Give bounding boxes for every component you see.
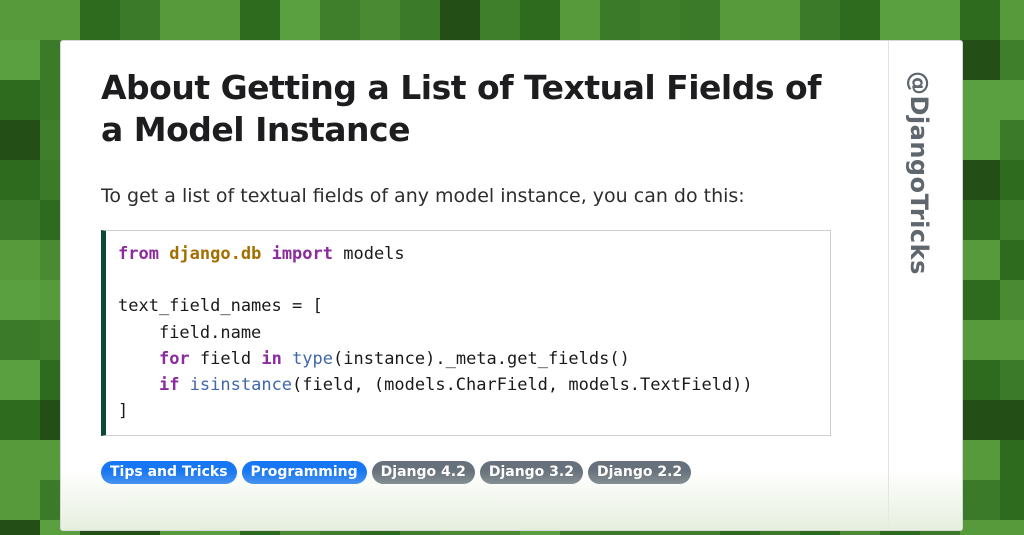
side-divider [888, 41, 889, 530]
tag-django-2-2[interactable]: Django 2.2 [587, 461, 692, 484]
code-line-6: if isinstance(field, (models.CharField, … [118, 375, 753, 395]
code-line-3: text_field_names = [ [118, 296, 323, 317]
tag-django-4-2[interactable]: Django 4.2 [371, 461, 475, 484]
keyword-for: for [158, 348, 190, 369]
keyword-if: if [158, 375, 180, 396]
module-name: django.db [169, 244, 262, 264]
keyword-import: import [271, 244, 333, 264]
tag-list: Tips and Tricks Programming Django 4.2 D… [101, 461, 692, 484]
keyword-from: from [118, 244, 159, 264]
code-line-4: field.name [118, 322, 262, 343]
code-text: (field, (models.CharField, models.TextFi… [292, 375, 753, 396]
post-title: About Getting a List of Textual Fields o… [101, 68, 822, 149]
code-line-7: ] [118, 401, 129, 422]
tag-tips-and-tricks[interactable]: Tips and Tricks [101, 461, 237, 484]
post-card: About Getting a List of Textual Fields o… [60, 40, 963, 531]
code-text: models [333, 244, 405, 264]
code-line-1: from django.db import models [118, 244, 405, 264]
code-line-5: for field in type(instance)._meta.get_fi… [118, 349, 630, 369]
builtin-type: type [292, 348, 334, 369]
post-intro: To get a list of textual fields of any m… [101, 185, 745, 207]
brand-handle: @DjangoTricks [905, 71, 933, 275]
code-text: (instance)._meta.get_fields() [333, 348, 630, 369]
tag-programming[interactable]: Programming [241, 461, 367, 484]
builtin-isinstance: isinstance [189, 375, 293, 396]
code-block: from django.db import models text_field_… [101, 230, 831, 436]
tag-django-3-2[interactable]: Django 3.2 [479, 461, 583, 484]
code-text: field [189, 348, 262, 369]
keyword-in: in [261, 348, 282, 369]
